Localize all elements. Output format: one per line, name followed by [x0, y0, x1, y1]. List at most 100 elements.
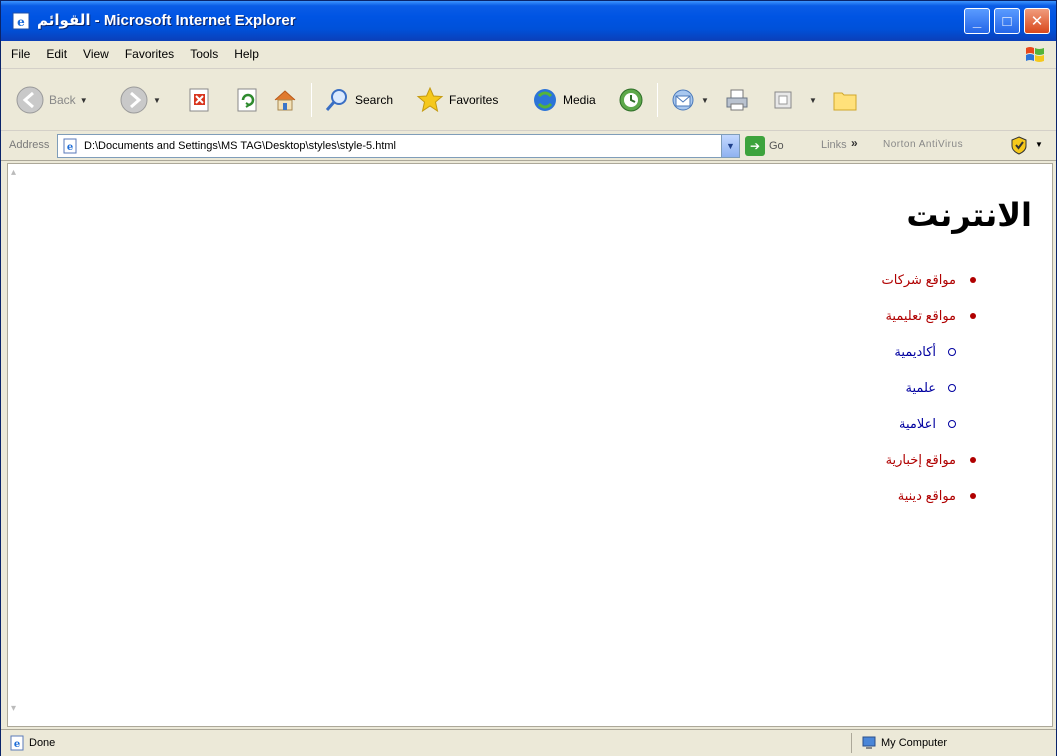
sub-list: أكاديمية علمية اعلامية: [636, 342, 1036, 450]
menu-bar: File Edit View Favorites Tools Help: [1, 41, 1056, 69]
window-title: القوائم - Microsoft Internet Explorer: [37, 12, 296, 29]
maximize-button[interactable]: □: [994, 8, 1020, 34]
print-button[interactable]: [723, 81, 751, 119]
title-bar[interactable]: e القوائم - Microsoft Internet Explorer …: [1, 1, 1056, 41]
svg-text:e: e: [14, 739, 20, 750]
stop-icon: [189, 88, 209, 112]
favorites-label: Favorites: [449, 93, 499, 107]
my-computer-icon: [862, 736, 876, 749]
security-zone-text: My Computer: [881, 737, 948, 749]
back-label: Back: [49, 93, 76, 107]
media-button[interactable]: Media: [531, 81, 596, 119]
list-item: مواقع شركات: [636, 270, 976, 306]
go-button[interactable]: ➔ Go: [745, 136, 784, 156]
sub-list-item-label: أكاديمية: [894, 344, 936, 359]
windows-logo-icon: [1026, 47, 1044, 62]
stop-button[interactable]: [187, 81, 213, 119]
page-icon: e: [63, 138, 77, 154]
search-label: Search: [355, 93, 394, 107]
address-input[interactable]: e D:\Documents and Settings\MS TAG\Deskt…: [57, 134, 740, 158]
search-button[interactable]: Search: [323, 81, 393, 119]
back-arrow-icon: [16, 86, 44, 114]
folder-icon: [833, 92, 857, 111]
circle-bullet-icon: [948, 420, 956, 428]
edit-page-icon: [774, 91, 792, 109]
list-item-label: مواقع دينية: [897, 488, 956, 503]
list-item: مواقع دينية: [636, 486, 976, 522]
menu-view[interactable]: View: [83, 47, 109, 61]
disc-bullet-icon: [970, 493, 976, 499]
address-bar: Address e D:\Documents and Settings\MS T…: [1, 131, 1056, 161]
printer-icon: [726, 89, 748, 111]
disc-bullet-icon: [970, 277, 976, 283]
forward-button[interactable]: ▼: [119, 81, 161, 119]
search-icon: [325, 89, 347, 111]
mail-icon: [672, 89, 694, 111]
page-content: الانترنت مواقع شركات مواقع تعليمية أكادي…: [636, 196, 1036, 522]
close-button[interactable]: ✕: [1024, 8, 1050, 34]
status-text: Done: [29, 737, 56, 749]
disc-bullet-icon: [970, 313, 976, 319]
svg-text:e: e: [17, 15, 25, 29]
norton-shield-icon[interactable]: [1009, 135, 1029, 155]
list-item: مواقع إخبارية: [636, 450, 976, 486]
list-item-label: مواقع شركات: [881, 272, 957, 287]
edit-dropdown-icon[interactable]: ▼: [809, 96, 817, 105]
media-label: Media: [563, 93, 596, 107]
list-item: مواقع تعليمية: [636, 306, 976, 342]
disc-bullet-icon: [970, 457, 976, 463]
back-dropdown-icon[interactable]: ▼: [80, 96, 88, 105]
address-label: Address: [9, 139, 50, 151]
minimize-button[interactable]: _: [964, 8, 990, 34]
sub-list-item: علمية: [636, 378, 956, 414]
edit-button[interactable]: ▼: [771, 81, 817, 119]
favorites-button[interactable]: Favorites: [415, 81, 498, 119]
address-dropdown-icon[interactable]: ▼: [721, 135, 739, 157]
go-arrow-icon: ➔: [745, 136, 765, 156]
norton-label[interactable]: Norton AntiVirus: [883, 139, 963, 150]
menu-file[interactable]: File: [11, 47, 30, 61]
menu-edit[interactable]: Edit: [46, 47, 67, 61]
status-bar: e Done My Computer: [1, 729, 1056, 756]
list-item-label: مواقع تعليمية: [885, 308, 956, 323]
home-icon: [274, 90, 296, 111]
list-item-label: مواقع إخبارية: [885, 452, 956, 467]
mail-dropdown-icon[interactable]: ▼: [701, 96, 709, 105]
folder-button[interactable]: [831, 81, 859, 119]
scroll-down-icon[interactable]: ▾: [11, 703, 23, 715]
toolbar-separator: [311, 83, 312, 117]
refresh-button[interactable]: [235, 81, 261, 119]
sub-list-item-label: علمية: [905, 380, 936, 395]
refresh-icon: [237, 88, 257, 112]
address-url: D:\Documents and Settings\MS TAG\Desktop…: [84, 140, 396, 152]
sub-list-item: أكاديمية: [636, 342, 956, 378]
main-list: مواقع شركات مواقع تعليمية: [636, 270, 1036, 342]
ie-window: e القوائم - Microsoft Internet Explorer …: [0, 0, 1057, 756]
norton-dropdown-icon[interactable]: ▼: [1035, 140, 1043, 149]
menu-tools[interactable]: Tools: [190, 47, 218, 61]
circle-bullet-icon: [948, 348, 956, 356]
status-separator: [851, 733, 852, 753]
page-heading: الانترنت: [906, 196, 1032, 234]
mail-button[interactable]: ▼: [669, 81, 709, 119]
history-button[interactable]: [617, 81, 645, 119]
done-page-icon: e: [10, 735, 24, 751]
circle-bullet-icon: [948, 384, 956, 392]
toolbar-separator: [657, 83, 658, 117]
back-button[interactable]: Back ▼: [15, 81, 88, 119]
links-label[interactable]: Links: [821, 139, 847, 151]
menu-favorites[interactable]: Favorites: [125, 47, 174, 61]
home-button[interactable]: [271, 81, 299, 119]
menu-help[interactable]: Help: [234, 47, 259, 61]
svg-text:e: e: [67, 142, 73, 153]
links-chevron-icon[interactable]: »: [851, 136, 858, 150]
scroll-up-icon[interactable]: ▴: [11, 167, 23, 179]
forward-dropdown-icon[interactable]: ▼: [153, 96, 161, 105]
forward-arrow-icon: [120, 86, 148, 114]
go-label: Go: [769, 140, 784, 152]
standard-toolbar: Back ▼ ▼ Search Favorites Media ▼ ▼: [1, 69, 1056, 131]
main-list-continued: مواقع إخبارية مواقع دينية: [636, 450, 1036, 522]
media-icon: [534, 89, 556, 111]
ie-page-icon: e: [12, 12, 30, 30]
history-icon: [619, 88, 643, 112]
